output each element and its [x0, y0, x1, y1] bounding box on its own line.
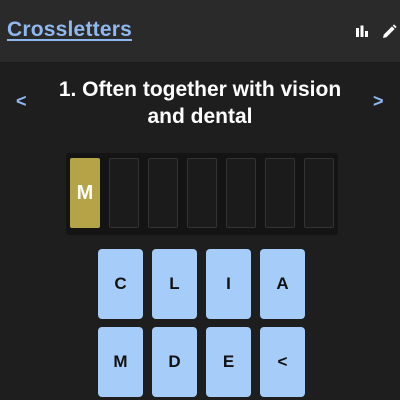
answer-slot: [304, 158, 334, 228]
answer-slot: [109, 158, 139, 228]
letter-key-a[interactable]: A: [260, 249, 305, 319]
letter-key-d[interactable]: D: [152, 327, 197, 397]
app-title-link[interactable]: Crossletters: [7, 18, 132, 42]
letter-key-i[interactable]: I: [206, 249, 251, 319]
letter-key-c[interactable]: C: [98, 249, 143, 319]
answer-board: M: [66, 153, 338, 235]
answer-slot: [187, 158, 217, 228]
clue-row: < 1. Often together with vision and dent…: [0, 62, 400, 144]
backspace-key[interactable]: <: [260, 327, 305, 397]
next-clue-button[interactable]: >: [373, 92, 384, 110]
answer-slot: [226, 158, 256, 228]
answer-slot: [265, 158, 295, 228]
letter-key-e[interactable]: E: [206, 327, 251, 397]
letter-key-l[interactable]: L: [152, 249, 197, 319]
game-app: Crossletters < 1. Often together with vi…: [0, 0, 400, 400]
previous-clue-button[interactable]: <: [16, 92, 27, 110]
answer-slot: M: [70, 158, 100, 228]
answer-slot: [148, 158, 178, 228]
clue-text: 1. Often together with vision and dental: [58, 78, 342, 128]
header-bar: Crossletters: [0, 0, 400, 63]
stats-icon[interactable]: [353, 23, 371, 41]
letter-key-m[interactable]: M: [98, 327, 143, 397]
edit-icon[interactable]: [380, 23, 398, 41]
